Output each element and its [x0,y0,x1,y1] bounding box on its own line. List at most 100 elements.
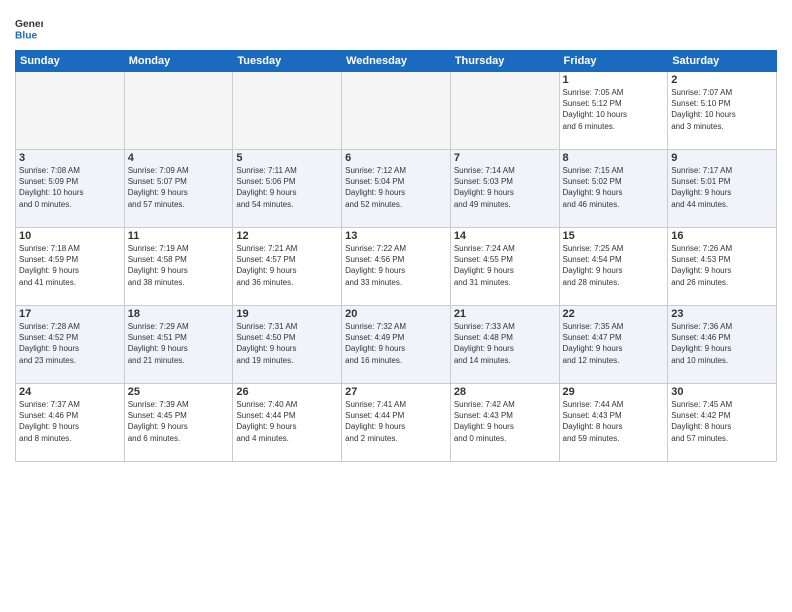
day-number: 5 [236,152,338,164]
calendar-week-3: 10Sunrise: 7:18 AM Sunset: 4:59 PM Dayli… [16,228,777,306]
day-info: Sunrise: 7:11 AM Sunset: 5:06 PM Dayligh… [236,165,338,210]
day-info: Sunrise: 7:26 AM Sunset: 4:53 PM Dayligh… [671,243,773,288]
calendar-week-1: 1Sunrise: 7:05 AM Sunset: 5:12 PM Daylig… [16,72,777,150]
day-info: Sunrise: 7:32 AM Sunset: 4:49 PM Dayligh… [345,321,447,366]
calendar-week-2: 3Sunrise: 7:08 AM Sunset: 5:09 PM Daylig… [16,150,777,228]
day-number: 14 [454,230,556,242]
col-header-tuesday: Tuesday [233,51,342,72]
calendar-cell: 25Sunrise: 7:39 AM Sunset: 4:45 PM Dayli… [124,384,233,462]
day-info: Sunrise: 7:19 AM Sunset: 4:58 PM Dayligh… [128,243,230,288]
day-number: 1 [563,74,665,86]
calendar-cell: 10Sunrise: 7:18 AM Sunset: 4:59 PM Dayli… [16,228,125,306]
calendar-cell: 17Sunrise: 7:28 AM Sunset: 4:52 PM Dayli… [16,306,125,384]
col-header-friday: Friday [559,51,668,72]
day-number: 3 [19,152,121,164]
day-info: Sunrise: 7:18 AM Sunset: 4:59 PM Dayligh… [19,243,121,288]
day-info: Sunrise: 7:35 AM Sunset: 4:47 PM Dayligh… [563,321,665,366]
col-header-saturday: Saturday [668,51,777,72]
header: General Blue [15,10,777,42]
day-number: 23 [671,308,773,320]
calendar-week-5: 24Sunrise: 7:37 AM Sunset: 4:46 PM Dayli… [16,384,777,462]
day-number: 21 [454,308,556,320]
calendar-cell: 27Sunrise: 7:41 AM Sunset: 4:44 PM Dayli… [342,384,451,462]
day-info: Sunrise: 7:39 AM Sunset: 4:45 PM Dayligh… [128,399,230,444]
day-info: Sunrise: 7:08 AM Sunset: 5:09 PM Dayligh… [19,165,121,210]
calendar-cell: 15Sunrise: 7:25 AM Sunset: 4:54 PM Dayli… [559,228,668,306]
day-info: Sunrise: 7:31 AM Sunset: 4:50 PM Dayligh… [236,321,338,366]
day-number: 16 [671,230,773,242]
calendar-cell: 13Sunrise: 7:22 AM Sunset: 4:56 PM Dayli… [342,228,451,306]
day-info: Sunrise: 7:15 AM Sunset: 5:02 PM Dayligh… [563,165,665,210]
day-info: Sunrise: 7:07 AM Sunset: 5:10 PM Dayligh… [671,87,773,132]
day-number: 25 [128,386,230,398]
day-info: Sunrise: 7:05 AM Sunset: 5:12 PM Dayligh… [563,87,665,132]
day-info: Sunrise: 7:44 AM Sunset: 4:43 PM Dayligh… [563,399,665,444]
day-info: Sunrise: 7:25 AM Sunset: 4:54 PM Dayligh… [563,243,665,288]
day-number: 26 [236,386,338,398]
calendar-cell: 2Sunrise: 7:07 AM Sunset: 5:10 PM Daylig… [668,72,777,150]
day-number: 10 [19,230,121,242]
logo: General Blue [15,14,45,42]
day-info: Sunrise: 7:40 AM Sunset: 4:44 PM Dayligh… [236,399,338,444]
calendar-cell [342,72,451,150]
calendar-cell: 22Sunrise: 7:35 AM Sunset: 4:47 PM Dayli… [559,306,668,384]
logo-icon: General Blue [15,14,43,42]
day-number: 2 [671,74,773,86]
day-number: 30 [671,386,773,398]
calendar-cell: 24Sunrise: 7:37 AM Sunset: 4:46 PM Dayli… [16,384,125,462]
calendar-cell: 11Sunrise: 7:19 AM Sunset: 4:58 PM Dayli… [124,228,233,306]
svg-text:General: General [15,19,43,30]
day-info: Sunrise: 7:09 AM Sunset: 5:07 PM Dayligh… [128,165,230,210]
day-number: 7 [454,152,556,164]
day-info: Sunrise: 7:22 AM Sunset: 4:56 PM Dayligh… [345,243,447,288]
calendar-cell [124,72,233,150]
day-number: 11 [128,230,230,242]
day-number: 12 [236,230,338,242]
calendar-cell: 4Sunrise: 7:09 AM Sunset: 5:07 PM Daylig… [124,150,233,228]
col-header-monday: Monday [124,51,233,72]
calendar-table: SundayMondayTuesdayWednesdayThursdayFrid… [15,50,777,462]
calendar-cell: 29Sunrise: 7:44 AM Sunset: 4:43 PM Dayli… [559,384,668,462]
header-row: SundayMondayTuesdayWednesdayThursdayFrid… [16,51,777,72]
col-header-sunday: Sunday [16,51,125,72]
col-header-wednesday: Wednesday [342,51,451,72]
day-info: Sunrise: 7:42 AM Sunset: 4:43 PM Dayligh… [454,399,556,444]
day-number: 15 [563,230,665,242]
day-number: 18 [128,308,230,320]
calendar-cell: 7Sunrise: 7:14 AM Sunset: 5:03 PM Daylig… [450,150,559,228]
day-info: Sunrise: 7:28 AM Sunset: 4:52 PM Dayligh… [19,321,121,366]
day-number: 28 [454,386,556,398]
calendar-cell: 23Sunrise: 7:36 AM Sunset: 4:46 PM Dayli… [668,306,777,384]
calendar-cell: 14Sunrise: 7:24 AM Sunset: 4:55 PM Dayli… [450,228,559,306]
day-number: 17 [19,308,121,320]
calendar-cell: 3Sunrise: 7:08 AM Sunset: 5:09 PM Daylig… [16,150,125,228]
calendar-cell [16,72,125,150]
calendar-cell: 9Sunrise: 7:17 AM Sunset: 5:01 PM Daylig… [668,150,777,228]
day-info: Sunrise: 7:33 AM Sunset: 4:48 PM Dayligh… [454,321,556,366]
day-info: Sunrise: 7:21 AM Sunset: 4:57 PM Dayligh… [236,243,338,288]
day-info: Sunrise: 7:45 AM Sunset: 4:42 PM Dayligh… [671,399,773,444]
calendar-cell: 21Sunrise: 7:33 AM Sunset: 4:48 PM Dayli… [450,306,559,384]
day-number: 9 [671,152,773,164]
calendar-cell: 16Sunrise: 7:26 AM Sunset: 4:53 PM Dayli… [668,228,777,306]
day-number: 13 [345,230,447,242]
day-number: 4 [128,152,230,164]
calendar-cell: 8Sunrise: 7:15 AM Sunset: 5:02 PM Daylig… [559,150,668,228]
calendar-cell: 1Sunrise: 7:05 AM Sunset: 5:12 PM Daylig… [559,72,668,150]
main-container: General Blue SundayMondayTuesdayWednesda… [0,0,792,467]
day-info: Sunrise: 7:36 AM Sunset: 4:46 PM Dayligh… [671,321,773,366]
day-info: Sunrise: 7:24 AM Sunset: 4:55 PM Dayligh… [454,243,556,288]
calendar-cell: 19Sunrise: 7:31 AM Sunset: 4:50 PM Dayli… [233,306,342,384]
day-info: Sunrise: 7:14 AM Sunset: 5:03 PM Dayligh… [454,165,556,210]
calendar-cell: 12Sunrise: 7:21 AM Sunset: 4:57 PM Dayli… [233,228,342,306]
calendar-cell: 5Sunrise: 7:11 AM Sunset: 5:06 PM Daylig… [233,150,342,228]
calendar-cell [233,72,342,150]
day-number: 8 [563,152,665,164]
calendar-cell: 20Sunrise: 7:32 AM Sunset: 4:49 PM Dayli… [342,306,451,384]
calendar-cell: 6Sunrise: 7:12 AM Sunset: 5:04 PM Daylig… [342,150,451,228]
col-header-thursday: Thursday [450,51,559,72]
calendar-cell: 30Sunrise: 7:45 AM Sunset: 4:42 PM Dayli… [668,384,777,462]
day-info: Sunrise: 7:12 AM Sunset: 5:04 PM Dayligh… [345,165,447,210]
calendar-cell: 18Sunrise: 7:29 AM Sunset: 4:51 PM Dayli… [124,306,233,384]
day-info: Sunrise: 7:17 AM Sunset: 5:01 PM Dayligh… [671,165,773,210]
